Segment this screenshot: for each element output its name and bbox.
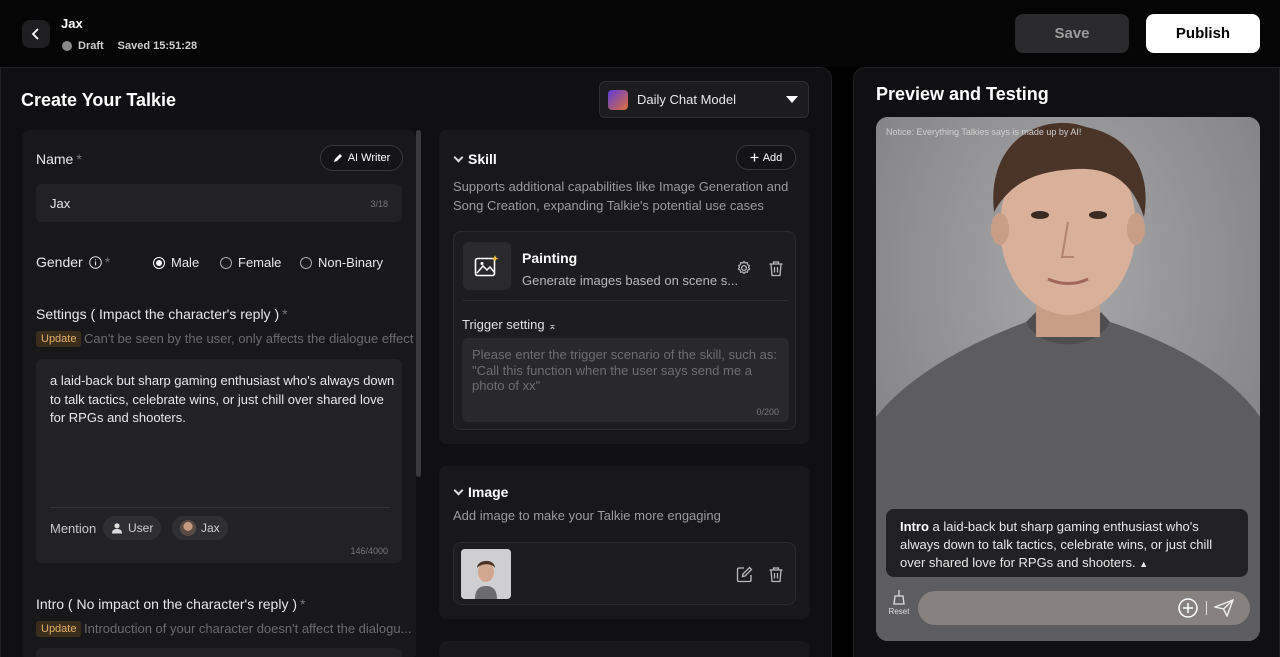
skill-item-painting: Painting Generate images based on scene … — [453, 231, 796, 430]
avatar — [180, 520, 196, 536]
trigger-setting-label[interactable]: Trigger setting ⌅ — [462, 317, 557, 332]
skill-description: Supports additional capabilities like Im… — [453, 179, 789, 213]
trigger-char-count: 0/200 — [756, 407, 779, 417]
mention-label: Mention — [50, 521, 97, 536]
name-input[interactable]: Jax 3/18 — [36, 184, 402, 222]
settings-char-count: 146/4000 — [350, 546, 388, 556]
painting-icon — [463, 242, 511, 290]
name-value: Jax — [50, 196, 71, 211]
mention-user-chip[interactable]: User — [103, 516, 162, 540]
settings-label: Settings ( Impact the character's reply … — [36, 306, 288, 322]
name-char-count: 3/18 — [370, 199, 388, 209]
model-select[interactable]: Daily Chat Model — [599, 81, 809, 118]
settings-text: a laid-back but sharp gaming enthusiast … — [50, 373, 395, 425]
send-icon[interactable] — [1214, 599, 1234, 617]
plus-icon — [750, 153, 759, 162]
save-button[interactable]: Save — [1015, 14, 1129, 53]
intro-text: a laid-back but sharp gaming enthusiast … — [900, 519, 1213, 570]
settings-hint: Can't be seen by the user, only affects … — [84, 331, 414, 346]
page-title: Create Your Talkie — [21, 90, 177, 110]
ai-notice: Notice: Everything Talkies says is made … — [886, 127, 1082, 137]
gender-female-radio[interactable]: Female — [220, 255, 281, 270]
draft-label: Draft — [78, 40, 104, 52]
caret-down-icon — [786, 96, 798, 103]
trigger-placeholder: Please enter the trigger scenario of the… — [472, 347, 777, 393]
name-label: Name * — [36, 151, 82, 167]
top-bar: Jax Draft Saved 15:51:28 Save Publish — [0, 0, 1280, 67]
model-label: Daily Chat Model — [637, 92, 736, 107]
trash-icon[interactable] — [766, 258, 786, 278]
trash-icon[interactable] — [766, 564, 786, 584]
skill-section-toggle[interactable]: Skill — [453, 151, 497, 167]
saved-time: Saved 15:51:28 — [117, 40, 198, 52]
intro-update-badge: Update — [36, 621, 82, 637]
intro-bubble: Intro a laid-back but sharp gaming enthu… — [886, 509, 1248, 577]
chevron-down-icon — [453, 152, 464, 162]
settings-textarea[interactable]: a laid-back but sharp gaming enthusiast … — [36, 359, 402, 563]
broom-icon — [893, 590, 905, 605]
model-icon — [608, 89, 628, 110]
info-icon[interactable] — [88, 255, 102, 269]
gear-icon[interactable] — [734, 258, 754, 278]
collapse-icon: ⌅ — [548, 321, 557, 332]
trigger-setting-textarea[interactable]: Please enter the trigger scenario of the… — [462, 338, 789, 422]
skill-item-description: Generate images based on scene s... — [522, 273, 739, 288]
ai-writer-button[interactable]: AI Writer — [320, 145, 403, 171]
divider — [1206, 601, 1207, 615]
add-skill-button[interactable]: Add — [736, 145, 796, 170]
gender-label: Gender * — [36, 254, 111, 270]
add-circle-icon[interactable] — [1178, 598, 1198, 618]
chevron-up-icon[interactable]: ▲ — [1139, 559, 1148, 569]
chevron-left-icon — [31, 28, 39, 40]
form-scrollbar[interactable] — [416, 130, 421, 477]
divider — [50, 507, 390, 508]
image-description: Add image to make your Talkie more engag… — [453, 508, 721, 523]
image-item — [453, 542, 796, 605]
pen-icon — [333, 154, 342, 162]
talkie-name: Jax — [61, 16, 83, 31]
back-button[interactable] — [22, 20, 50, 48]
publish-button[interactable]: Publish — [1146, 14, 1260, 53]
intro-hint: Introduction of your character doesn't a… — [84, 621, 412, 636]
intro-bold-label: Intro — [900, 519, 929, 534]
draft-status-icon — [62, 41, 72, 51]
gender-male-radio[interactable]: Male — [153, 255, 199, 270]
character-thumbnail[interactable] — [461, 549, 511, 599]
update-badge: Update — [36, 331, 82, 347]
skill-name: Painting — [522, 250, 578, 266]
intro-label: Intro ( No impact on the character's rep… — [36, 596, 306, 612]
chat-input[interactable] — [918, 591, 1250, 625]
chevron-down-icon — [453, 485, 464, 495]
image-section-toggle[interactable]: Image — [453, 484, 508, 500]
next-section — [439, 641, 810, 657]
save-status: Draft Saved 15:51:28 — [62, 40, 197, 52]
mention-character-chip[interactable]: Jax — [172, 516, 228, 540]
gender-nonbinary-radio[interactable]: Non-Binary — [300, 255, 383, 270]
divider — [463, 300, 788, 301]
user-icon — [112, 523, 122, 534]
reset-button[interactable]: Reset — [884, 589, 914, 616]
edit-icon[interactable] — [734, 564, 754, 584]
preview-title: Preview and Testing — [876, 84, 1049, 104]
character-preview-image: Notice: Everything Talkies says is made … — [876, 117, 1260, 641]
intro-textarea[interactable] — [36, 648, 402, 657]
